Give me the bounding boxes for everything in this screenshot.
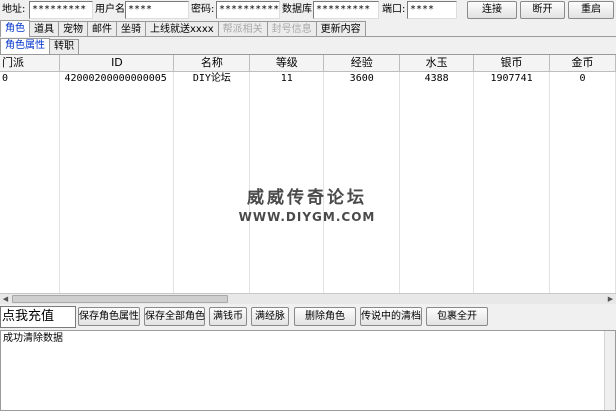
- port-input[interactable]: ****: [407, 1, 457, 19]
- max-meridian-button[interactable]: 满经脉: [251, 307, 289, 326]
- log-output[interactable]: 成功清除数据: [0, 330, 616, 411]
- grid-horizontal-scrollbar[interactable]: ◀ ▶: [0, 293, 616, 304]
- subtab-job-change[interactable]: 转职: [49, 39, 79, 54]
- cell-level: 11: [249, 71, 325, 86]
- column-header-id[interactable]: ID: [59, 55, 175, 72]
- save-all-roles-button[interactable]: 保存全部角色: [144, 307, 205, 326]
- column-header-name[interactable]: 名称: [173, 55, 251, 72]
- column-header-exp[interactable]: 经验: [323, 55, 401, 72]
- database-input[interactable]: *********: [313, 1, 379, 19]
- connect-button[interactable]: 连接: [467, 1, 517, 19]
- tab-guild: 帮派相关: [217, 21, 268, 37]
- grid-empty-area: [0, 85, 616, 302]
- cell-silver: 1907741: [473, 71, 551, 86]
- cell-exp: 3600: [323, 71, 401, 86]
- column-header-level[interactable]: 等级: [249, 55, 325, 72]
- column-header-jade[interactable]: 水玉: [399, 55, 475, 72]
- tab-divider: [0, 36, 616, 37]
- tab-ban-info: 封号信息: [266, 21, 317, 37]
- username-label: 用户名:: [95, 4, 129, 15]
- unlock-all-bags-button[interactable]: 包裹全开: [426, 307, 488, 326]
- cell-faction: 0: [0, 71, 61, 86]
- column-header-faction[interactable]: 门派: [0, 55, 61, 72]
- password-label: 密码:: [191, 4, 215, 15]
- port-label: 端口:: [382, 4, 406, 15]
- column-header-gold[interactable]: 金币: [549, 55, 616, 72]
- tab-role[interactable]: 角色: [0, 20, 30, 37]
- log-vertical-scrollbar[interactable]: [604, 331, 615, 410]
- tab-updates[interactable]: 更新内容: [315, 21, 366, 37]
- username-input[interactable]: ****: [125, 1, 189, 19]
- tab-mounts[interactable]: 坐骑: [116, 21, 146, 37]
- tab-pets[interactable]: 宠物: [58, 21, 88, 37]
- cell-jade: 4388: [399, 71, 475, 86]
- main-tab-strip: 角色 道具 宠物 邮件 坐骑 上线就送xxxx 帮派相关 封号信息 更新内容: [0, 20, 366, 37]
- delete-role-button[interactable]: 删除角色: [294, 307, 356, 326]
- tab-login-gift[interactable]: 上线就送xxxx: [145, 21, 219, 37]
- connection-bar: 地址: ********* 用户名: **** 密码: ********** 数…: [0, 0, 616, 20]
- restart-button[interactable]: 重启: [568, 1, 614, 19]
- table-row[interactable]: 0 42000200000000005 DIY论坛 11 3600 4388 1…: [0, 71, 616, 86]
- column-header-silver[interactable]: 银币: [473, 55, 551, 72]
- cell-name: DIY论坛: [173, 71, 251, 86]
- scroll-left-icon[interactable]: ◀: [0, 294, 11, 304]
- sub-tab-strip: 角色属性 转职: [0, 38, 79, 54]
- disconnect-button[interactable]: 断开: [520, 1, 565, 19]
- address-label: 地址:: [2, 4, 26, 15]
- legendary-wipe-button[interactable]: 传说中的清档: [360, 307, 422, 326]
- password-input[interactable]: **********: [216, 1, 280, 19]
- max-coins-button[interactable]: 满钱币: [209, 307, 247, 326]
- recharge-input[interactable]: 点我充值: [0, 306, 76, 328]
- subtab-role-attributes[interactable]: 角色属性: [0, 38, 50, 54]
- scroll-thumb[interactable]: [12, 295, 228, 303]
- scroll-right-icon[interactable]: ▶: [605, 294, 616, 304]
- database-label: 数据库:: [282, 4, 316, 15]
- tab-mail[interactable]: 邮件: [87, 21, 117, 37]
- cell-gold: 0: [549, 71, 616, 86]
- log-text: 成功清除数据: [3, 333, 63, 344]
- address-input[interactable]: *********: [29, 1, 93, 19]
- grid-header-row: 门派 ID 名称 等级 经验 水玉 银币 金币: [0, 55, 616, 72]
- role-grid[interactable]: 门派 ID 名称 等级 经验 水玉 银币 金币 0 42000200000000…: [0, 54, 616, 302]
- tab-items[interactable]: 道具: [29, 21, 59, 37]
- save-role-attributes-button[interactable]: 保存角色属性: [78, 307, 140, 326]
- cell-id: 42000200000000005: [59, 71, 175, 86]
